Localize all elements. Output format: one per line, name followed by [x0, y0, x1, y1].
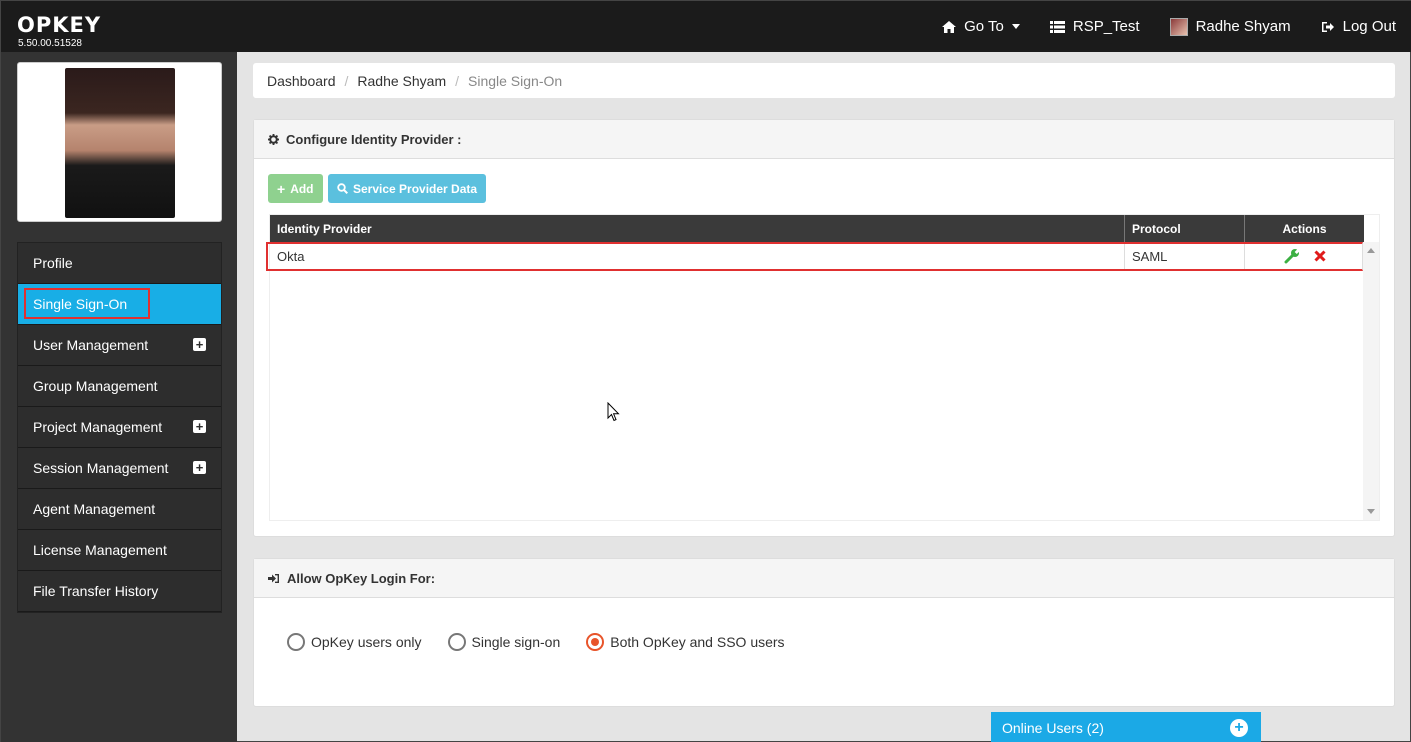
- service-provider-data-label: Service Provider Data: [353, 181, 478, 196]
- scroll-down-arrow[interactable]: [1367, 509, 1375, 514]
- project-link[interactable]: RSP_Test: [1049, 18, 1140, 35]
- gear-icon: [268, 133, 279, 145]
- search-icon: [337, 183, 348, 194]
- home-icon: [942, 20, 957, 33]
- logout-label: Log Out: [1342, 18, 1396, 35]
- panel-header: Allow OpKey Login For:: [254, 559, 1394, 598]
- add-button-label: Add: [290, 181, 314, 196]
- top-bar: OPKEY 5.50.00.51528 Go To RSP_Test Radhe…: [1, 1, 1411, 52]
- radio-circle[interactable]: [287, 633, 305, 651]
- panel-header: Configure Identity Provider :: [254, 120, 1394, 159]
- logout-icon: [1321, 21, 1334, 32]
- sidebar-menu: Profile Single Sign-On User Management + …: [17, 242, 222, 613]
- add-button[interactable]: + Add: [268, 174, 323, 203]
- sidebar-item-label: User Management: [33, 337, 149, 353]
- grid-scrollbar[interactable]: [1363, 242, 1379, 520]
- login-options-panel: Allow OpKey Login For: OpKey users only …: [253, 558, 1395, 707]
- service-provider-data-button[interactable]: Service Provider Data: [328, 174, 487, 203]
- highlight-box: [24, 288, 150, 319]
- profile-card: [17, 62, 222, 222]
- sidebar-item-project-management[interactable]: Project Management +: [18, 407, 221, 448]
- wrench-icon[interactable]: [1284, 248, 1300, 264]
- sidebar-item-license-management[interactable]: License Management: [18, 530, 221, 571]
- top-nav: Go To RSP_Test Radhe Shyam Log Out: [942, 1, 1396, 52]
- column-header-actions: Actions: [1282, 221, 1327, 236]
- cell-identity-provider: Okta: [270, 242, 1125, 270]
- breadcrumb-user[interactable]: Radhe Shyam: [357, 73, 446, 89]
- identity-provider-panel: Configure Identity Provider : + Add Serv…: [253, 119, 1395, 537]
- scroll-up-arrow[interactable]: [1367, 248, 1375, 253]
- goto-menu[interactable]: Go To: [942, 18, 1020, 35]
- expand-plus-icon[interactable]: +: [193, 420, 206, 433]
- radio-both-opkey-and-sso[interactable]: Both OpKey and SSO users: [586, 633, 785, 651]
- user-label: Radhe Shyam: [1195, 18, 1291, 35]
- sidebar-item-label: File Transfer History: [33, 583, 159, 599]
- column-header-identity-provider[interactable]: Identity Provider: [270, 215, 1125, 242]
- sidebar-item-label: Session Management: [33, 460, 169, 476]
- radio-label: Both OpKey and SSO users: [610, 634, 785, 650]
- sidebar: Profile Single Sign-On User Management + …: [1, 52, 237, 742]
- panel-title: Configure Identity Provider :: [286, 131, 462, 147]
- radio-label: Single sign-on: [471, 634, 561, 650]
- cell-actions: [1245, 242, 1364, 270]
- online-users-bar[interactable]: Online Users (2) +: [991, 712, 1261, 742]
- project-label: RSP_Test: [1072, 18, 1140, 35]
- sidebar-item-group-management[interactable]: Group Management: [18, 366, 221, 407]
- delete-icon[interactable]: [1313, 250, 1326, 262]
- radio-opkey-users-only[interactable]: OpKey users only: [287, 633, 422, 651]
- sidebar-item-file-transfer-history[interactable]: File Transfer History: [18, 571, 221, 612]
- sidebar-item-user-management[interactable]: User Management +: [18, 325, 221, 366]
- sidebar-item-label: Profile: [33, 255, 73, 271]
- sidebar-item-label: Agent Management: [33, 501, 156, 517]
- profile-photo: [65, 68, 175, 218]
- user-menu[interactable]: Radhe Shyam: [1169, 17, 1291, 36]
- app-logo[interactable]: OPKEY: [17, 13, 101, 37]
- table-row[interactable]: Okta SAML: [266, 242, 1364, 271]
- radio-circle[interactable]: [447, 633, 466, 651]
- expand-plus-icon[interactable]: +: [193, 338, 206, 351]
- cell-protocol: SAML: [1125, 242, 1245, 270]
- plus-circle-icon[interactable]: +: [1230, 719, 1248, 737]
- login-radio-group: OpKey users only Single sign-on Both OpK…: [287, 633, 785, 651]
- grid-header: Identity Provider Protocol Actions: [270, 215, 1364, 242]
- sidebar-item-single-sign-on[interactable]: Single Sign-On: [18, 284, 221, 325]
- breadcrumb-separator: /: [344, 72, 349, 89]
- online-users-label: Online Users (2): [1002, 719, 1104, 736]
- column-header-protocol[interactable]: Protocol: [1125, 215, 1245, 242]
- breadcrumb: Dashboard / Radhe Shyam / Single Sign-On: [253, 63, 1395, 98]
- sidebar-item-label: License Management: [33, 542, 167, 558]
- panel-title: Allow OpKey Login For:: [287, 570, 436, 586]
- app-version: 5.50.00.51528: [18, 38, 82, 49]
- logout-link[interactable]: Log Out: [1321, 18, 1396, 35]
- sidebar-item-label: Project Management: [33, 419, 163, 435]
- user-avatar: [1169, 17, 1188, 36]
- radio-label: OpKey users only: [311, 634, 422, 650]
- sidebar-item-label: Group Management: [33, 378, 158, 394]
- radio-circle[interactable]: [586, 633, 605, 651]
- identity-provider-grid: Identity Provider Protocol Actions Okta …: [266, 214, 1380, 521]
- breadcrumb-dashboard[interactable]: Dashboard: [267, 73, 336, 89]
- radio-single-sign-on[interactable]: Single sign-on: [447, 633, 561, 651]
- plus-icon: +: [277, 180, 286, 197]
- list-icon: [1049, 20, 1065, 33]
- mouse-cursor-icon: [607, 402, 620, 422]
- breadcrumb-current: Single Sign-On: [468, 72, 563, 89]
- sign-in-icon: [268, 573, 279, 583]
- caret-down-icon: [1011, 24, 1020, 29]
- sidebar-item-session-management[interactable]: Session Management +: [18, 448, 221, 489]
- sidebar-item-profile[interactable]: Profile: [18, 243, 221, 284]
- goto-label: Go To: [964, 18, 1004, 35]
- breadcrumb-separator: /: [455, 72, 459, 89]
- sidebar-item-agent-management[interactable]: Agent Management: [18, 489, 221, 530]
- expand-plus-icon[interactable]: +: [193, 461, 206, 474]
